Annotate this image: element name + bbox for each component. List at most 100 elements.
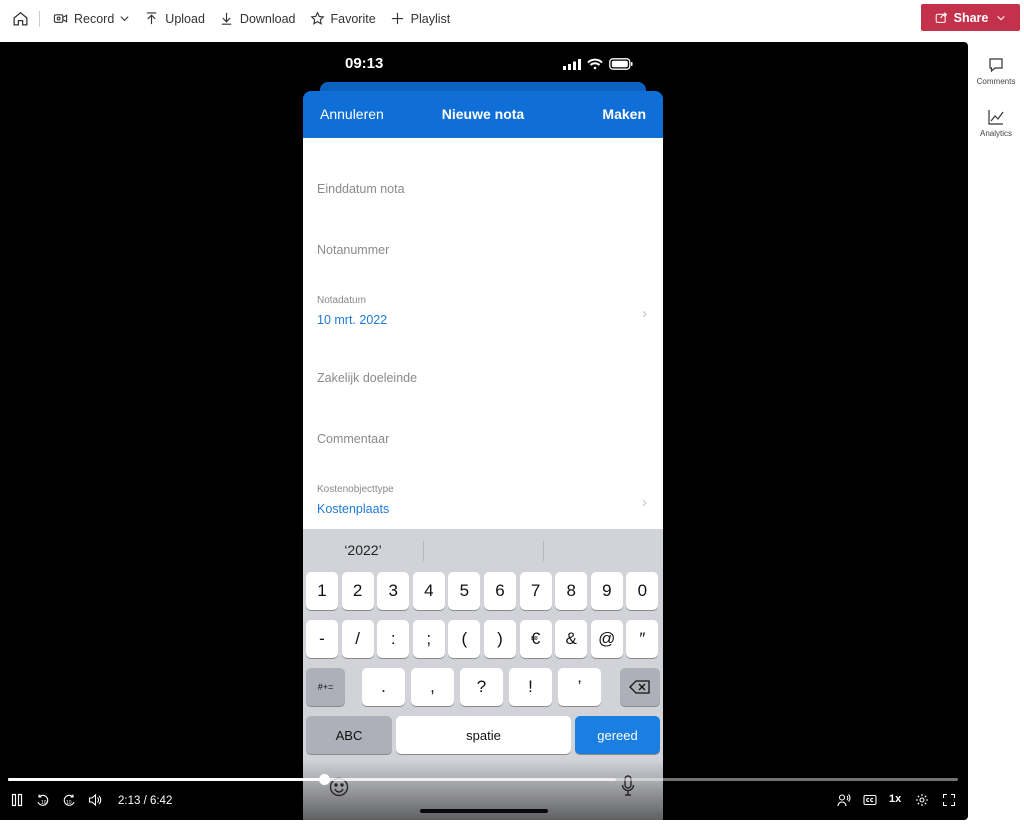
comment-icon <box>989 58 1003 73</box>
share-label: Share <box>953 10 989 25</box>
phone-screen-recording: 09:13 Annuleren Nieuwe nota Maken Eindda… <box>303 42 663 820</box>
comments-label: Comments <box>976 77 1016 86</box>
key[interactable]: ″ <box>626 620 659 658</box>
upload-icon <box>147 12 157 25</box>
download-label: Download <box>239 11 296 26</box>
record-icon <box>53 14 68 23</box>
key[interactable]: 6 <box>484 572 516 610</box>
key[interactable]: ’ <box>558 668 601 706</box>
done-key[interactable]: gereed <box>575 716 660 754</box>
key[interactable]: 9 <box>590 572 623 610</box>
business-purpose-field[interactable]: Zakelijk doeleinde <box>317 371 417 385</box>
upload-button[interactable]: Upload <box>137 1 212 37</box>
player-controls-overlay <box>0 760 968 820</box>
closed-captions-icon <box>863 794 877 806</box>
volume-icon <box>88 793 102 807</box>
new-note-form: Einddatum nota Notanummer Notadatum 10 m… <box>303 138 663 529</box>
record-label: Record <box>74 11 115 26</box>
key[interactable]: & <box>555 620 588 658</box>
speaker-coach-button[interactable] <box>837 793 851 807</box>
comment-field[interactable]: Commentaar <box>317 432 389 446</box>
suggestion-divider <box>543 541 544 561</box>
key[interactable]: ) <box>484 620 516 658</box>
status-icons <box>563 58 633 70</box>
abc-key[interactable]: ABC <box>306 716 392 754</box>
playlist-label: Playlist <box>410 11 451 26</box>
create-button[interactable]: Maken <box>602 106 646 122</box>
settings-button[interactable] <box>915 793 929 807</box>
end-date-field[interactable]: Einddatum nota <box>317 182 405 196</box>
note-date-label: Notadatum <box>317 295 366 306</box>
svg-text:10: 10 <box>41 800 47 806</box>
volume-button[interactable] <box>88 793 102 807</box>
rewind-10-button[interactable]: 10 <box>36 793 50 807</box>
note-number-field[interactable]: Notanummer <box>317 243 389 257</box>
key[interactable]: : <box>377 620 410 658</box>
note-date-value[interactable]: 10 mrt. 2022 <box>317 313 387 327</box>
key[interactable]: ; <box>412 620 445 658</box>
key[interactable]: 8 <box>555 572 588 610</box>
battery-icon <box>609 58 633 70</box>
upload-label: Upload <box>165 11 205 26</box>
comments-button[interactable]: Comments <box>968 56 1024 86</box>
key[interactable]: 7 <box>519 572 552 610</box>
home-button[interactable] <box>0 1 39 37</box>
side-rail: Comments Analytics <box>968 42 1024 826</box>
share-button[interactable]: Share <box>921 4 1020 31</box>
pause-button[interactable] <box>10 793 24 807</box>
star-icon <box>309 11 325 25</box>
key[interactable]: 0 <box>626 572 659 610</box>
key[interactable]: 4 <box>412 572 445 610</box>
key[interactable]: . <box>362 668 405 706</box>
key[interactable]: ! <box>509 668 552 706</box>
top-toolbar: Record Upload Download Favorite Playlist <box>0 0 1024 37</box>
toolbar-divider <box>39 10 40 27</box>
rewind-10-icon: 10 <box>37 794 49 806</box>
chevron-down-icon <box>997 15 1006 20</box>
playback-speed-button[interactable]: 1x <box>889 793 901 805</box>
video-player[interactable]: 09:13 Annuleren Nieuwe nota Maken Eindda… <box>0 42 968 820</box>
download-button[interactable]: Download <box>212 1 303 37</box>
space-key[interactable]: spatie <box>396 716 571 754</box>
suggestion-item[interactable]: ‘2022’ <box>303 542 423 558</box>
suggestion-bar: ‘2022’ <box>303 529 663 569</box>
key[interactable]: @ <box>590 620 623 658</box>
signal-icon <box>563 58 581 70</box>
fullscreen-icon <box>942 793 956 807</box>
pause-icon <box>11 793 23 807</box>
key[interactable]: 3 <box>377 572 410 610</box>
forward-10-button[interactable]: 10 <box>62 793 76 807</box>
key[interactable]: ? <box>460 668 503 706</box>
svg-text:10: 10 <box>66 800 72 806</box>
cost-object-value[interactable]: Kostenplaats <box>317 502 389 516</box>
key[interactable]: , <box>411 668 454 706</box>
chevron-right-icon: › <box>642 305 647 322</box>
key[interactable]: 5 <box>448 572 481 610</box>
captions-button[interactable] <box>863 793 877 807</box>
key[interactable]: ( <box>448 620 481 658</box>
key[interactable]: € <box>519 620 552 658</box>
symbols-key[interactable]: #+= <box>306 668 345 706</box>
suggestion-divider <box>423 541 424 561</box>
backspace-key[interactable] <box>620 668 660 706</box>
download-icon <box>221 12 232 25</box>
playlist-button[interactable]: Playlist <box>383 1 458 37</box>
backspace-icon <box>629 680 650 694</box>
forward-10-icon: 10 <box>63 794 75 806</box>
cost-object-label: Kostenobjecttype <box>317 484 394 495</box>
home-icon <box>13 11 28 26</box>
key[interactable]: - <box>306 620 338 658</box>
seek-bar[interactable] <box>8 774 958 785</box>
key[interactable]: 1 <box>306 572 338 610</box>
speaker-icon <box>837 794 851 807</box>
analytics-button[interactable]: Analytics <box>968 108 1024 138</box>
phone-status-bar: 09:13 <box>303 52 663 74</box>
analytics-label: Analytics <box>979 129 1012 138</box>
key[interactable]: / <box>341 620 374 658</box>
timecode: 2:13 / 6:42 <box>118 795 173 807</box>
key[interactable]: 2 <box>341 572 374 610</box>
favorite-button[interactable]: Favorite <box>303 1 383 37</box>
record-button[interactable]: Record <box>46 1 137 37</box>
favorite-label: Favorite <box>330 11 376 26</box>
fullscreen-button[interactable] <box>942 793 956 807</box>
